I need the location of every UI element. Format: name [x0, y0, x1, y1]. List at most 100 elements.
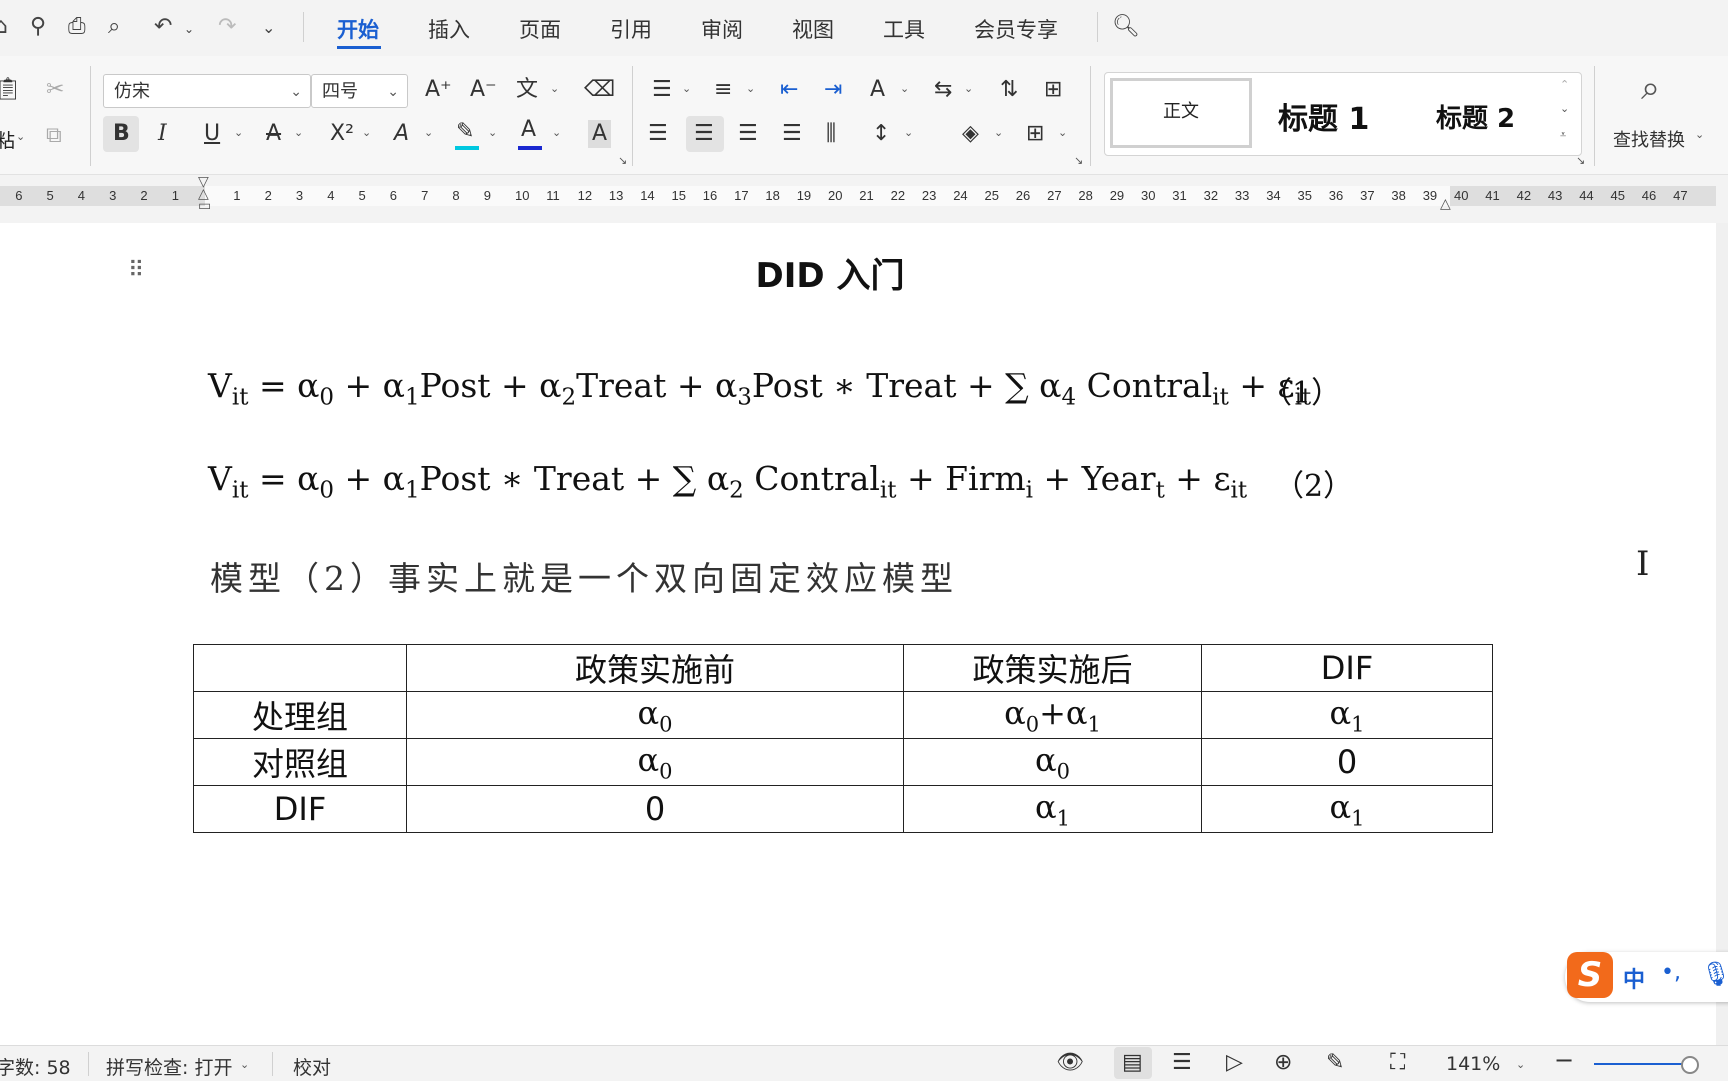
bold-icon[interactable]: B [113, 120, 130, 148]
shading-icon[interactable]: ◈ [962, 120, 979, 148]
search-icon[interactable]: 🔍︎ [1112, 14, 1140, 39]
ime-logo-icon[interactable]: S [1567, 952, 1613, 998]
table-cell[interactable]: α1 [903, 785, 1202, 833]
zoom-out-icon[interactable]: − [1554, 1046, 1574, 1074]
table-header[interactable]: DIF [1201, 644, 1493, 692]
text-direction-icon[interactable]: A [870, 76, 885, 104]
tab-review[interactable]: 审阅 [701, 14, 743, 44]
paste-label[interactable]: 粘 [0, 126, 15, 153]
highlight-icon[interactable]: ✎ [456, 118, 474, 146]
tab-insert[interactable]: 插入 [428, 14, 470, 44]
strikethrough-icon[interactable]: A [266, 120, 281, 148]
chevron-down-icon[interactable]: ⌄ [1560, 102, 1569, 115]
zoom-slider-thumb[interactable] [1681, 1056, 1699, 1074]
chevron-down-icon[interactable]: ⌄ [240, 1058, 249, 1071]
proofread-button[interactable]: 校对 [293, 1053, 331, 1080]
font-color-icon[interactable]: A [521, 116, 536, 144]
spell-check-status[interactable]: 拼写检查: 打开 [106, 1053, 232, 1080]
table-cell[interactable]: α1 [1201, 691, 1493, 739]
chevron-down-icon[interactable]: ⌄ [994, 126, 1003, 139]
justify-icon[interactable]: ☰ [782, 120, 802, 148]
zoom-level[interactable]: 141% [1446, 1053, 1500, 1075]
chevron-down-icon[interactable]: ⌄ [1695, 128, 1704, 141]
bullet-list-icon[interactable]: ☰ [652, 76, 672, 104]
home-icon[interactable]: ⌂ [0, 14, 8, 39]
style-heading2[interactable]: 标题 2 [1436, 98, 1515, 135]
distributed-icon[interactable]: ⫼ [826, 120, 836, 148]
chevron-down-icon[interactable]: ⌄ [424, 126, 433, 139]
numbered-list-icon[interactable]: ≡ [714, 76, 732, 104]
chevron-down-icon[interactable]: ⌄ [294, 126, 303, 139]
row-label[interactable]: 对照组 [193, 738, 407, 786]
decrease-font-icon[interactable]: A⁻ [470, 76, 497, 104]
web-view-icon[interactable]: ⊕ [1274, 1050, 1292, 1075]
increase-font-icon[interactable]: A⁺ [425, 76, 452, 104]
style-normal[interactable]: 正文 [1110, 78, 1252, 148]
drag-handle-icon[interactable]: ⠿ [128, 258, 144, 283]
borders-icon[interactable]: ⊞ [1026, 120, 1044, 148]
paste-icon[interactable]: 📋︎ [0, 76, 22, 104]
table-header[interactable]: 政策实施前 [406, 644, 904, 692]
document-page[interactable] [0, 223, 1716, 1045]
sort-icon[interactable]: ⇅ [1000, 76, 1018, 104]
font-size-combo[interactable]: 四号 ⌄ [311, 74, 408, 108]
table-header[interactable]: 政策实施后 [903, 644, 1202, 692]
row-label[interactable]: DIF [193, 785, 407, 833]
font-dialog-launcher-icon[interactable]: ↘ [618, 154, 627, 167]
tab-view[interactable]: 视图 [792, 14, 834, 44]
fit-page-icon[interactable]: ⛶ [1390, 1050, 1405, 1075]
pen-icon[interactable]: ✎ [1326, 1050, 1344, 1075]
row-label[interactable]: 处理组 [193, 691, 407, 739]
table-cell[interactable]: 0 [1201, 738, 1493, 786]
tab-tools[interactable]: 工具 [883, 14, 925, 44]
style-heading1[interactable]: 标题 1 [1278, 94, 1369, 138]
chevron-down-icon[interactable]: ⌄ [362, 126, 371, 139]
print-icon[interactable]: ⎙ [68, 14, 86, 39]
superscript-icon[interactable]: X² [330, 120, 354, 148]
table-cell[interactable]: α1 [1201, 785, 1493, 833]
more-quick-access-icon[interactable]: ⌄ [262, 18, 275, 37]
link-icon[interactable]: ⚲ [30, 14, 46, 39]
chevron-down-icon[interactable]: ⌄ [904, 126, 913, 139]
font-name-combo[interactable]: 仿宋 ⌄ [103, 74, 311, 108]
table-cell[interactable]: α0 [406, 691, 904, 739]
table-cell[interactable] [193, 644, 407, 692]
show-marks-icon[interactable]: ⊞ [1044, 76, 1062, 104]
microphone-icon[interactable]: 🎙︎ [1701, 960, 1728, 988]
text-effect-icon[interactable]: A [394, 120, 409, 148]
text-flow-icon[interactable]: ⇆ [934, 76, 952, 104]
eye-protection-icon[interactable]: 👁︎ [1056, 1050, 1084, 1075]
tab-page[interactable]: 页面 [519, 14, 561, 44]
align-right-icon[interactable]: ☰ [738, 120, 758, 148]
print-preview-icon[interactable]: ⌕ [108, 14, 120, 39]
find-replace-label[interactable]: 查找替换 [1613, 126, 1685, 152]
right-indent-marker-icon[interactable]: △ [1440, 196, 1451, 212]
undo-icon[interactable]: ↶ [154, 14, 172, 39]
vertical-scrollbar[interactable] [1716, 223, 1728, 1045]
tab-member[interactable]: 会员专享 [974, 14, 1058, 44]
word-count[interactable]: 字数: 58 [0, 1053, 71, 1080]
gallery-expand-icon[interactable]: ⩡ [1560, 128, 1566, 142]
outline-view-icon[interactable]: ☰ [1172, 1050, 1192, 1075]
chevron-down-icon[interactable]: ⌄ [682, 82, 691, 95]
chevron-down-icon[interactable]: ⌄ [488, 126, 497, 139]
cut-icon[interactable]: ✂ [46, 76, 64, 104]
copy-icon[interactable]: ⧉ [46, 122, 62, 150]
chevron-down-icon[interactable]: ⌄ [900, 82, 909, 95]
page-view-icon[interactable]: ▤ [1122, 1050, 1143, 1075]
italic-icon[interactable]: I [158, 120, 167, 148]
undo-dropdown-icon[interactable]: ⌄ [184, 22, 194, 36]
phonetic-guide-icon[interactable]: 文 [516, 76, 538, 104]
styles-dialog-launcher-icon[interactable]: ↘ [1576, 154, 1585, 167]
play-icon[interactable]: ▷ [1226, 1050, 1243, 1075]
chevron-up-icon[interactable]: ⌃ [1560, 78, 1569, 91]
line-spacing-icon[interactable]: ↕ [872, 120, 890, 148]
chevron-down-icon[interactable]: ⌄ [1058, 126, 1067, 139]
ime-mode-label[interactable]: 中 [1623, 962, 1645, 994]
chevron-down-icon[interactable]: ⌄ [552, 126, 561, 139]
align-left-icon[interactable]: ☰ [648, 120, 668, 148]
table-cell[interactable]: α0 [903, 738, 1202, 786]
chevron-down-icon[interactable]: ⌄ [234, 126, 243, 139]
table-cell[interactable]: 0 [406, 785, 904, 833]
table-cell[interactable]: α0 [406, 738, 904, 786]
